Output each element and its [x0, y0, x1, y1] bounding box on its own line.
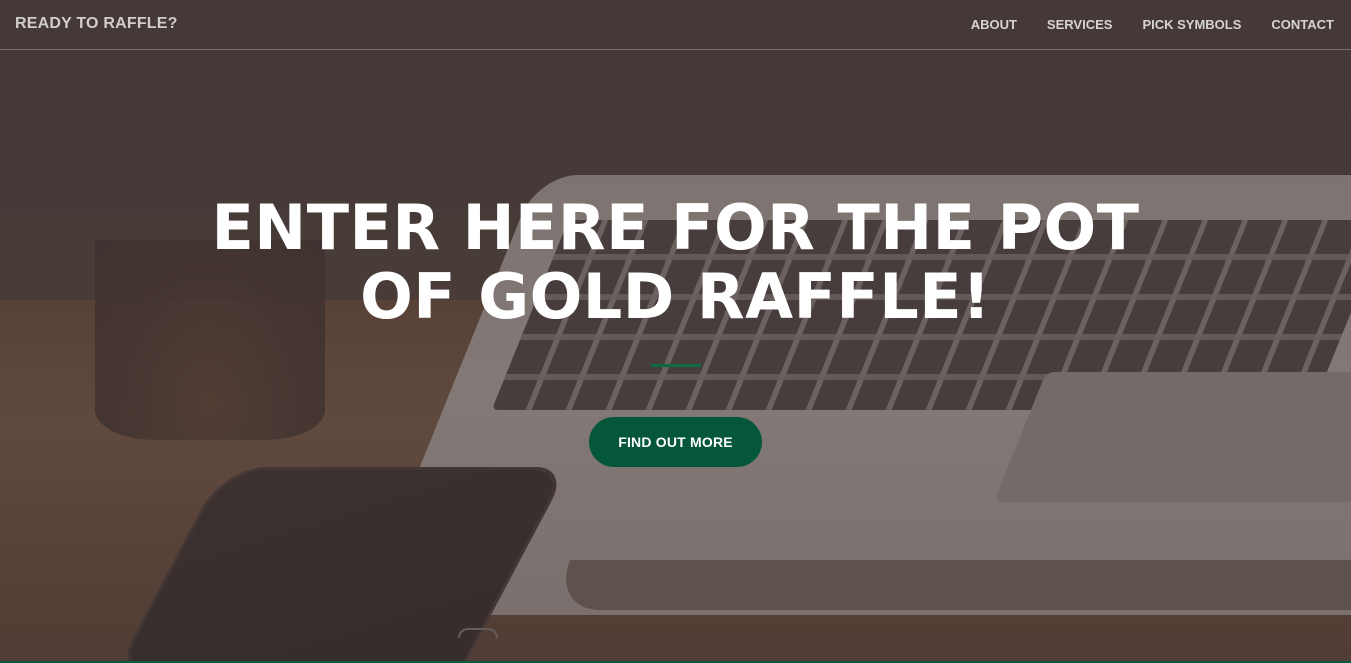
hero-content: ENTER HERE FOR THE POT OF GOLD RAFFLE! F…: [0, 193, 1351, 467]
find-out-more-button[interactable]: FIND OUT MORE: [589, 417, 762, 467]
nav-link-about[interactable]: ABOUT: [971, 17, 1017, 32]
brand-link[interactable]: READY TO RAFFLE?: [15, 15, 178, 33]
headline-divider: [650, 364, 701, 367]
navbar: READY TO RAFFLE? ABOUT SERVICES PICK SYM…: [0, 0, 1351, 50]
nav-link-contact[interactable]: CONTACT: [1271, 17, 1334, 32]
nav-link-pick-symbols[interactable]: PICK SYMBOLS: [1142, 17, 1241, 32]
hero-headline: ENTER HERE FOR THE POT OF GOLD RAFFLE!: [211, 191, 1140, 333]
hero-section: READY TO RAFFLE? ABOUT SERVICES PICK SYM…: [0, 0, 1351, 663]
nav-menu: ABOUT SERVICES PICK SYMBOLS CONTACT: [971, 17, 1334, 32]
nav-link-services[interactable]: SERVICES: [1047, 17, 1113, 32]
